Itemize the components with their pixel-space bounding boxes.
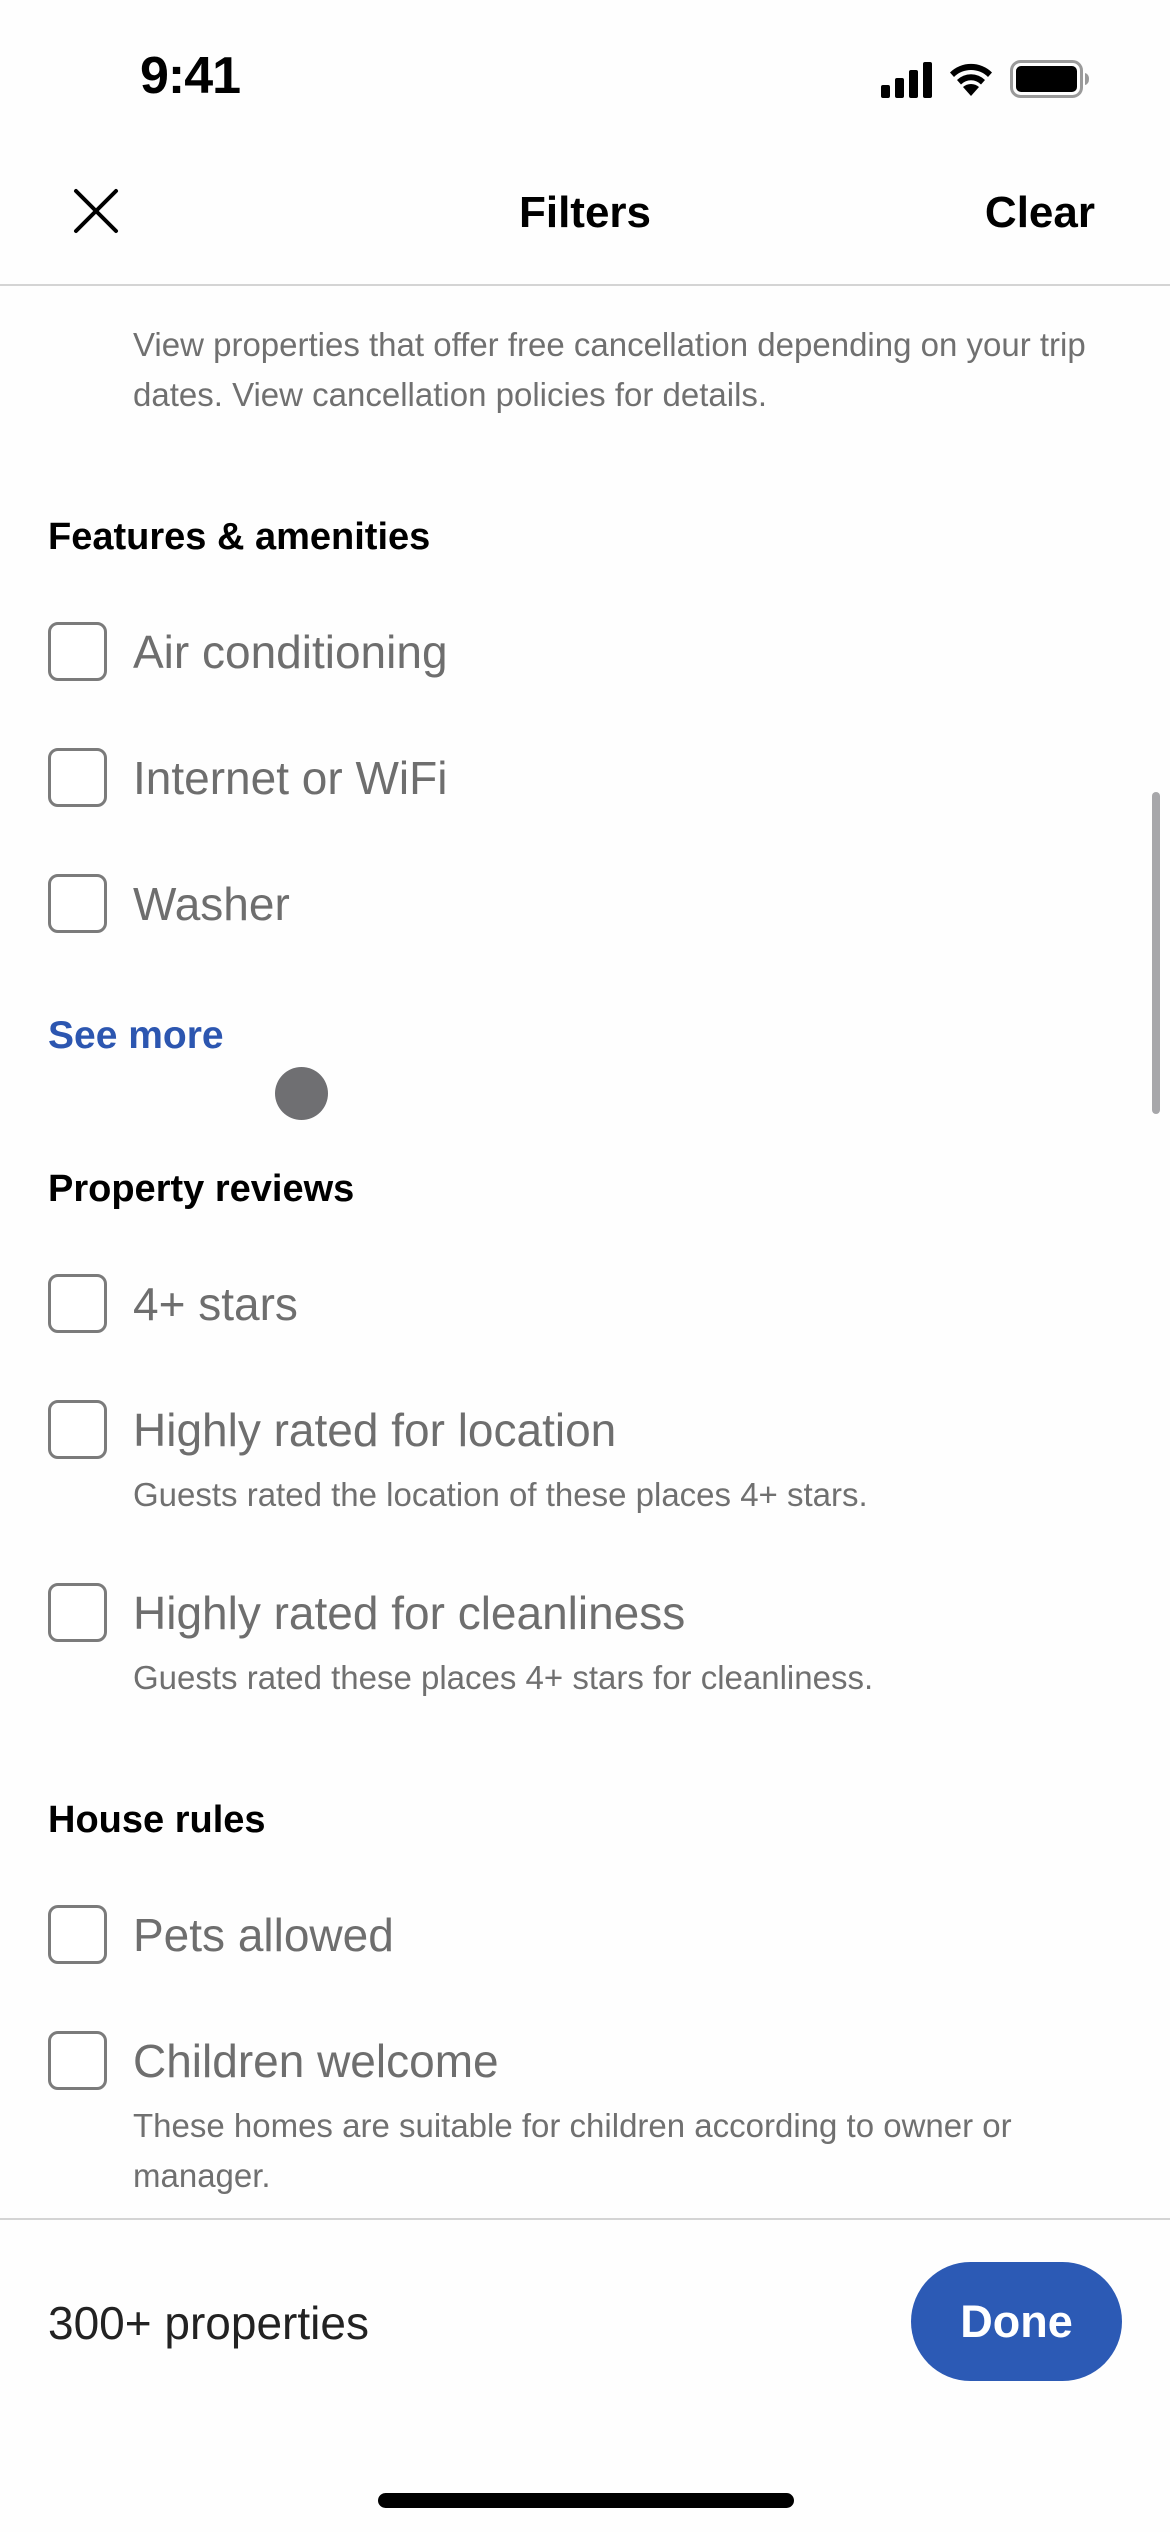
option-highly-rated-cleanliness[interactable]: Highly rated for cleanliness Guests rate… bbox=[48, 1581, 1122, 1703]
option-label: Highly rated for location bbox=[133, 1404, 617, 1456]
section-heading-house-rules: House rules bbox=[48, 1799, 266, 1841]
option-label: Air conditioning bbox=[133, 626, 448, 678]
signal-icon bbox=[881, 62, 932, 98]
option-description: Guests rated these places 4+ stars for c… bbox=[133, 1659, 874, 1696]
option-description: Guests rated the location of these place… bbox=[133, 1476, 868, 1513]
option-pets-allowed[interactable]: Pets allowed bbox=[48, 1903, 1122, 1967]
scrollbar[interactable] bbox=[1152, 792, 1160, 1114]
checkbox[interactable] bbox=[48, 1905, 107, 1964]
filters-scroll-area[interactable]: View properties that offer free cancella… bbox=[0, 286, 1170, 2218]
section-heading-features: Features & amenities bbox=[48, 516, 431, 558]
see-more-link[interactable]: See more bbox=[48, 1014, 224, 1058]
checkbox[interactable] bbox=[48, 748, 107, 807]
option-label: Children welcome bbox=[133, 2035, 499, 2087]
option-description: These homes are suitable for children ac… bbox=[133, 2107, 1012, 2194]
touch-indicator bbox=[275, 1067, 328, 1120]
option-label: Highly rated for cleanliness bbox=[133, 1587, 686, 1639]
free-cancellation-description: View properties that offer free cancella… bbox=[133, 326, 1086, 413]
option-label: Pets allowed bbox=[133, 1909, 394, 1961]
clear-button[interactable]: Clear bbox=[985, 188, 1095, 238]
result-count: 300+ properties bbox=[48, 2297, 369, 2349]
checkbox[interactable] bbox=[48, 2031, 107, 2090]
checkbox[interactable] bbox=[48, 622, 107, 681]
option-label: Washer bbox=[133, 878, 290, 930]
checkbox[interactable] bbox=[48, 1274, 107, 1333]
option-label: Internet or WiFi bbox=[133, 752, 448, 804]
option-washer[interactable]: Washer bbox=[48, 872, 1122, 936]
status-icons bbox=[881, 58, 1090, 98]
footer-divider bbox=[0, 2218, 1170, 2220]
filters-screen: 9:41 Filters Clear View properties that … bbox=[0, 0, 1170, 2532]
option-label: 4+ stars bbox=[133, 1278, 298, 1330]
checkbox[interactable] bbox=[48, 874, 107, 933]
option-children-welcome[interactable]: Children welcome These homes are suitabl… bbox=[48, 2029, 1122, 2201]
option-4-plus-stars[interactable]: 4+ stars bbox=[48, 1272, 1122, 1336]
home-indicator[interactable] bbox=[378, 2493, 794, 2508]
battery-icon bbox=[1010, 60, 1090, 98]
checkbox[interactable] bbox=[48, 1583, 107, 1642]
status-time: 9:41 bbox=[140, 47, 241, 105]
option-air-conditioning[interactable]: Air conditioning bbox=[48, 620, 1122, 684]
checkbox[interactable] bbox=[48, 1400, 107, 1459]
option-internet-wifi[interactable]: Internet or WiFi bbox=[48, 746, 1122, 810]
section-heading-reviews: Property reviews bbox=[48, 1168, 355, 1210]
option-highly-rated-location[interactable]: Highly rated for location Guests rated t… bbox=[48, 1398, 1122, 1520]
done-button[interactable]: Done bbox=[911, 2262, 1122, 2381]
wifi-icon bbox=[946, 60, 996, 98]
